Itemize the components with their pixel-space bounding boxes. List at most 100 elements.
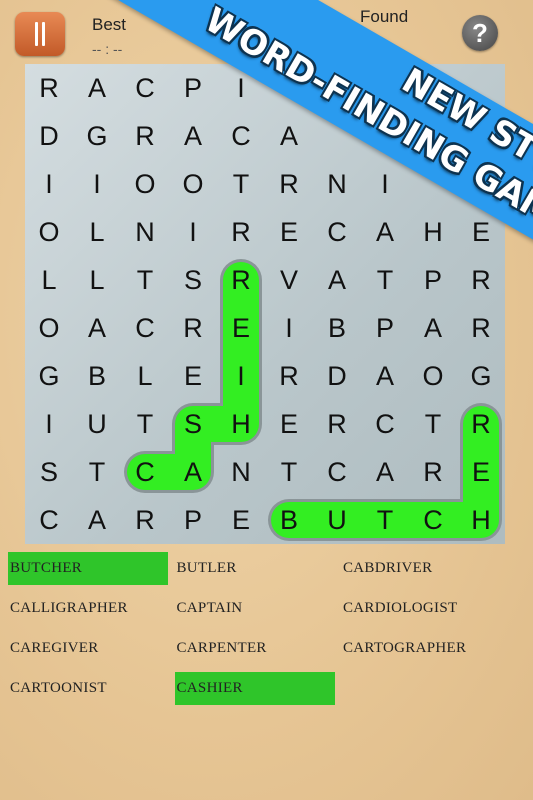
grid-cell[interactable]: R (169, 304, 217, 352)
grid-cell[interactable]: A (361, 448, 409, 496)
grid-cell[interactable]: R (265, 160, 313, 208)
grid-cell[interactable]: R (25, 64, 73, 112)
grid-cell[interactable]: E (265, 208, 313, 256)
grid-cell[interactable]: B (73, 352, 121, 400)
grid-cell[interactable]: A (73, 304, 121, 352)
grid-cell[interactable]: A (361, 352, 409, 400)
grid-cell[interactable]: O (25, 304, 73, 352)
grid-cell[interactable] (457, 112, 505, 160)
grid-cell[interactable]: T (265, 448, 313, 496)
grid-cell[interactable]: I (25, 400, 73, 448)
grid-cell[interactable]: I (169, 208, 217, 256)
grid-cell[interactable]: I (73, 160, 121, 208)
grid-cell[interactable] (265, 64, 313, 112)
grid-cell[interactable]: E (217, 304, 265, 352)
grid-cell[interactable]: R (409, 448, 457, 496)
grid-cell[interactable]: I (25, 160, 73, 208)
grid-cell[interactable]: S (169, 256, 217, 304)
grid-cell[interactable]: P (169, 496, 217, 544)
grid-cell[interactable]: A (409, 304, 457, 352)
grid-cell[interactable]: A (265, 112, 313, 160)
grid-cell[interactable]: C (25, 496, 73, 544)
grid-cell[interactable]: R (457, 256, 505, 304)
pause-button[interactable] (15, 12, 65, 56)
grid-cell[interactable]: C (361, 400, 409, 448)
grid-cell[interactable]: C (217, 112, 265, 160)
grid-cell[interactable]: C (121, 304, 169, 352)
grid-cell[interactable]: T (121, 256, 169, 304)
grid-cell[interactable]: H (409, 208, 457, 256)
grid-cell[interactable]: A (361, 208, 409, 256)
grid-cell[interactable]: R (313, 400, 361, 448)
grid-cell[interactable]: A (169, 448, 217, 496)
grid-cell[interactable]: A (313, 256, 361, 304)
grid-cell[interactable]: E (265, 400, 313, 448)
grid-cell[interactable]: O (121, 160, 169, 208)
grid-cell[interactable]: R (457, 304, 505, 352)
grid-cell[interactable]: C (313, 448, 361, 496)
grid-cell[interactable]: U (313, 496, 361, 544)
grid-cell[interactable]: T (409, 400, 457, 448)
grid-cell[interactable]: E (169, 352, 217, 400)
grid-cell[interactable]: C (121, 64, 169, 112)
grid-cell[interactable] (457, 64, 505, 112)
grid-cell[interactable] (361, 112, 409, 160)
grid-cell[interactable]: R (217, 208, 265, 256)
grid-cell[interactable]: P (169, 64, 217, 112)
grid-cell[interactable]: V (265, 256, 313, 304)
grid-cell[interactable]: U (73, 400, 121, 448)
grid-cell[interactable]: P (409, 256, 457, 304)
grid-cell[interactable] (313, 64, 361, 112)
grid-cell[interactable]: E (457, 208, 505, 256)
grid-cell[interactable]: R (121, 112, 169, 160)
grid-cell[interactable] (457, 160, 505, 208)
grid-cell[interactable]: G (25, 352, 73, 400)
grid-cell[interactable] (409, 112, 457, 160)
grid-cell[interactable]: G (73, 112, 121, 160)
grid-cell[interactable]: N (313, 160, 361, 208)
grid-cell[interactable]: B (265, 496, 313, 544)
grid-cell[interactable]: D (25, 112, 73, 160)
grid-cell[interactable]: T (361, 496, 409, 544)
grid-cell[interactable]: H (457, 496, 505, 544)
grid-cell[interactable]: S (25, 448, 73, 496)
grid-cell[interactable]: L (25, 256, 73, 304)
grid-cell[interactable]: A (73, 64, 121, 112)
grid-cell[interactable]: P (361, 304, 409, 352)
grid-cell[interactable]: L (121, 352, 169, 400)
grid-cell[interactable]: A (169, 112, 217, 160)
grid-cell[interactable]: C (121, 448, 169, 496)
grid-cell[interactable]: N (217, 448, 265, 496)
grid-cell[interactable] (361, 64, 409, 112)
grid-cell[interactable]: L (73, 208, 121, 256)
grid-cell[interactable]: R (457, 400, 505, 448)
grid-cell[interactable]: T (217, 160, 265, 208)
grid-cell[interactable]: R (121, 496, 169, 544)
grid-cell[interactable]: S (169, 400, 217, 448)
grid-cell[interactable]: R (217, 256, 265, 304)
grid-cell[interactable]: G (457, 352, 505, 400)
letter-grid[interactable]: RACPIDGRACAIIOOTRNIOLNIRECAHELLTSRVATPRO… (25, 64, 505, 544)
grid-cell[interactable]: E (457, 448, 505, 496)
grid-cell[interactable] (409, 64, 457, 112)
grid-cell[interactable]: E (217, 496, 265, 544)
grid-cell[interactable]: C (409, 496, 457, 544)
grid-cell[interactable]: H (217, 400, 265, 448)
grid-cell[interactable]: A (73, 496, 121, 544)
grid-cell[interactable]: C (313, 208, 361, 256)
grid-cell[interactable]: T (73, 448, 121, 496)
grid-cell[interactable]: I (361, 160, 409, 208)
grid-cell[interactable]: T (361, 256, 409, 304)
grid-cell[interactable]: B (313, 304, 361, 352)
grid-cell[interactable]: N (121, 208, 169, 256)
help-button[interactable]: ? (462, 15, 498, 51)
grid-cell[interactable] (409, 160, 457, 208)
grid-cell[interactable]: I (217, 352, 265, 400)
grid-cell[interactable]: O (25, 208, 73, 256)
grid-cell[interactable] (313, 112, 361, 160)
grid-cell[interactable]: D (313, 352, 361, 400)
grid-cell[interactable]: O (169, 160, 217, 208)
grid-cell[interactable]: T (121, 400, 169, 448)
grid-cell[interactable]: O (409, 352, 457, 400)
grid-cell[interactable]: R (265, 352, 313, 400)
